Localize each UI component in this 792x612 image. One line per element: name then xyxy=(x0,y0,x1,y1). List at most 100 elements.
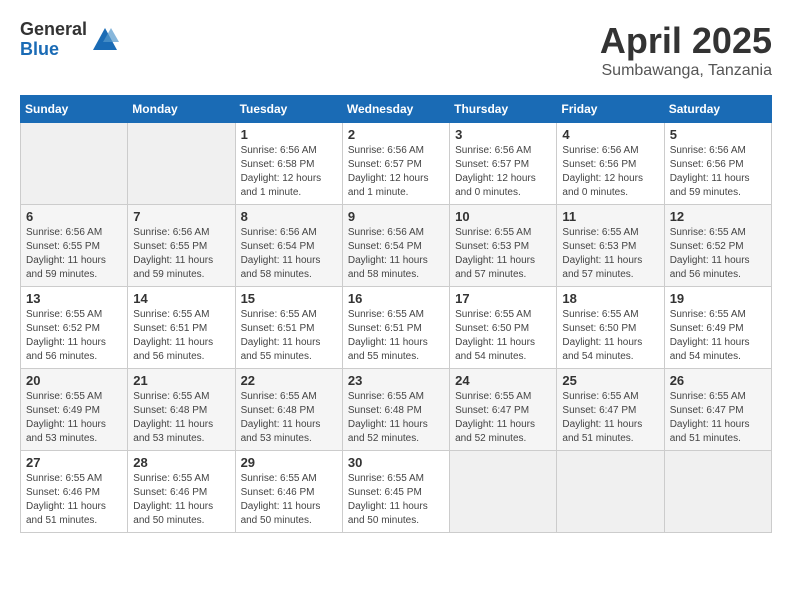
day-number: 4 xyxy=(562,127,658,142)
day-detail: Sunrise: 6:55 AMSunset: 6:52 PMDaylight:… xyxy=(26,308,122,364)
day-number: 17 xyxy=(455,291,551,306)
calendar-cell: 13 Sunrise: 6:55 AMSunset: 6:52 PMDayligh… xyxy=(21,287,128,369)
day-number: 12 xyxy=(670,209,766,224)
week-row-4: 20 Sunrise: 6:55 AMSunset: 6:49 PMDayligh… xyxy=(21,369,772,451)
calendar-cell: 18Sunrise: 6:55 AMSunset: 6:50 PMDayligh… xyxy=(557,287,664,369)
day-number: 19 xyxy=(670,291,766,306)
day-detail: Sunrise: 6:55 AMSunset: 6:50 PMDaylight:… xyxy=(455,308,551,364)
day-number: 1 xyxy=(241,127,337,142)
day-number: 22 xyxy=(241,373,337,388)
day-detail: Sunrise: 6:55 AMSunset: 6:47 PMDaylight:… xyxy=(562,390,658,446)
calendar-table: SundayMondayTuesdayWednesdayThursdayFrid… xyxy=(20,95,772,533)
day-detail: Sunrise: 6:56 AMSunset: 6:56 PMDaylight:… xyxy=(562,144,658,200)
column-header-friday: Friday xyxy=(557,96,664,123)
column-header-thursday: Thursday xyxy=(450,96,557,123)
calendar-cell: 20 Sunrise: 6:55 AMSunset: 6:49 PMDayligh… xyxy=(21,369,128,451)
day-detail: Sunrise: 6:56 AMSunset: 6:57 PMDaylight:… xyxy=(348,144,444,200)
day-detail: Sunrise: 6:55 AMSunset: 6:46 PMDaylight:… xyxy=(26,472,122,528)
day-number: 3 xyxy=(455,127,551,142)
week-row-1: 1 Sunrise: 6:56 AMSunset: 6:58 PMDaylight… xyxy=(21,123,772,205)
day-number: 14 xyxy=(133,291,229,306)
calendar-cell: 24Sunrise: 6:55 AMSunset: 6:47 PMDayligh… xyxy=(450,369,557,451)
day-detail: Sunrise: 6:55 AMSunset: 6:53 PMDaylight:… xyxy=(562,226,658,282)
calendar-cell: 30 Sunrise: 6:55 AMSunset: 6:45 PMDayligh… xyxy=(342,451,449,533)
day-detail: Sunrise: 6:55 AMSunset: 6:46 PMDaylight:… xyxy=(133,472,229,528)
day-number: 5 xyxy=(670,127,766,142)
day-detail: Sunrise: 6:55 AMSunset: 6:48 PMDaylight:… xyxy=(241,390,337,446)
day-number: 16 xyxy=(348,291,444,306)
day-detail: Sunrise: 6:55 AMSunset: 6:51 PMDaylight:… xyxy=(241,308,337,364)
day-number: 24 xyxy=(455,373,551,388)
day-detail: Sunrise: 6:56 AMSunset: 6:54 PMDaylight:… xyxy=(348,226,444,282)
day-detail: Sunrise: 6:55 AMSunset: 6:51 PMDaylight:… xyxy=(133,308,229,364)
day-detail: Sunrise: 6:55 AMSunset: 6:47 PMDaylight:… xyxy=(670,390,766,446)
calendar-cell: 3Sunrise: 6:56 AMSunset: 6:57 PMDaylight… xyxy=(450,123,557,205)
day-number: 18 xyxy=(562,291,658,306)
calendar-cell: 11 Sunrise: 6:55 AMSunset: 6:53 PMDayligh… xyxy=(557,205,664,287)
day-number: 13 xyxy=(26,291,122,306)
calendar-cell xyxy=(664,451,771,533)
week-row-3: 13 Sunrise: 6:55 AMSunset: 6:52 PMDayligh… xyxy=(21,287,772,369)
calendar-cell: 10 Sunrise: 6:55 AMSunset: 6:53 PMDayligh… xyxy=(450,205,557,287)
day-detail: Sunrise: 6:56 AMSunset: 6:55 PMDaylight:… xyxy=(26,226,122,282)
calendar-header-row: SundayMondayTuesdayWednesdayThursdayFrid… xyxy=(21,96,772,123)
day-detail: Sunrise: 6:55 AMSunset: 6:52 PMDaylight:… xyxy=(670,226,766,282)
logo-general: General xyxy=(20,20,87,40)
calendar-cell: 8 Sunrise: 6:56 AMSunset: 6:54 PMDaylight… xyxy=(235,205,342,287)
location: Sumbawanga, Tanzania xyxy=(600,62,772,80)
column-header-tuesday: Tuesday xyxy=(235,96,342,123)
title-block: April 2025 Sumbawanga, Tanzania xyxy=(600,20,772,80)
calendar-cell: 22 Sunrise: 6:55 AMSunset: 6:48 PMDayligh… xyxy=(235,369,342,451)
day-number: 10 xyxy=(455,209,551,224)
month-title: April 2025 xyxy=(600,20,772,62)
day-number: 21 xyxy=(133,373,229,388)
calendar-cell: 25 Sunrise: 6:55 AMSunset: 6:47 PMDayligh… xyxy=(557,369,664,451)
day-number: 6 xyxy=(26,209,122,224)
day-number: 11 xyxy=(562,209,658,224)
day-number: 20 xyxy=(26,373,122,388)
calendar-cell xyxy=(128,123,235,205)
logo-text: General Blue xyxy=(20,20,87,60)
calendar-cell: 5 Sunrise: 6:56 AMSunset: 6:56 PMDaylight… xyxy=(664,123,771,205)
day-detail: Sunrise: 6:55 AMSunset: 6:51 PMDaylight:… xyxy=(348,308,444,364)
calendar-cell: 19Sunrise: 6:55 AMSunset: 6:49 PMDayligh… xyxy=(664,287,771,369)
day-detail: Sunrise: 6:56 AMSunset: 6:54 PMDaylight:… xyxy=(241,226,337,282)
day-detail: Sunrise: 6:55 AMSunset: 6:48 PMDaylight:… xyxy=(133,390,229,446)
day-number: 27 xyxy=(26,455,122,470)
day-number: 8 xyxy=(241,209,337,224)
day-number: 26 xyxy=(670,373,766,388)
column-header-monday: Monday xyxy=(128,96,235,123)
day-detail: Sunrise: 6:55 AMSunset: 6:45 PMDaylight:… xyxy=(348,472,444,528)
calendar-cell: 27 Sunrise: 6:55 AMSunset: 6:46 PMDayligh… xyxy=(21,451,128,533)
day-detail: Sunrise: 6:56 AMSunset: 6:58 PMDaylight:… xyxy=(241,144,337,200)
logo: General Blue xyxy=(20,20,119,60)
day-detail: Sunrise: 6:56 AMSunset: 6:55 PMDaylight:… xyxy=(133,226,229,282)
day-detail: Sunrise: 6:55 AMSunset: 6:49 PMDaylight:… xyxy=(26,390,122,446)
day-number: 25 xyxy=(562,373,658,388)
calendar-cell: 15 Sunrise: 6:55 AMSunset: 6:51 PMDayligh… xyxy=(235,287,342,369)
column-header-saturday: Saturday xyxy=(664,96,771,123)
calendar-cell xyxy=(450,451,557,533)
calendar-cell: 17 Sunrise: 6:55 AMSunset: 6:50 PMDayligh… xyxy=(450,287,557,369)
day-number: 2 xyxy=(348,127,444,142)
week-row-2: 6 Sunrise: 6:56 AMSunset: 6:55 PMDaylight… xyxy=(21,205,772,287)
day-number: 9 xyxy=(348,209,444,224)
day-detail: Sunrise: 6:56 AMSunset: 6:56 PMDaylight:… xyxy=(670,144,766,200)
day-detail: Sunrise: 6:55 AMSunset: 6:48 PMDaylight:… xyxy=(348,390,444,446)
calendar-cell: 26 Sunrise: 6:55 AMSunset: 6:47 PMDayligh… xyxy=(664,369,771,451)
day-number: 7 xyxy=(133,209,229,224)
day-detail: Sunrise: 6:55 AMSunset: 6:53 PMDaylight:… xyxy=(455,226,551,282)
column-header-wednesday: Wednesday xyxy=(342,96,449,123)
calendar-cell: 21 Sunrise: 6:55 AMSunset: 6:48 PMDayligh… xyxy=(128,369,235,451)
calendar-cell: 2 Sunrise: 6:56 AMSunset: 6:57 PMDaylight… xyxy=(342,123,449,205)
calendar-cell: 28 Sunrise: 6:55 AMSunset: 6:46 PMDayligh… xyxy=(128,451,235,533)
day-number: 15 xyxy=(241,291,337,306)
day-number: 23 xyxy=(348,373,444,388)
calendar-cell: 7 Sunrise: 6:56 AMSunset: 6:55 PMDaylight… xyxy=(128,205,235,287)
day-number: 28 xyxy=(133,455,229,470)
calendar-cell: 1 Sunrise: 6:56 AMSunset: 6:58 PMDaylight… xyxy=(235,123,342,205)
day-number: 30 xyxy=(348,455,444,470)
week-row-5: 27 Sunrise: 6:55 AMSunset: 6:46 PMDayligh… xyxy=(21,451,772,533)
calendar-cell: 6 Sunrise: 6:56 AMSunset: 6:55 PMDaylight… xyxy=(21,205,128,287)
calendar-cell: 4 Sunrise: 6:56 AMSunset: 6:56 PMDaylight… xyxy=(557,123,664,205)
